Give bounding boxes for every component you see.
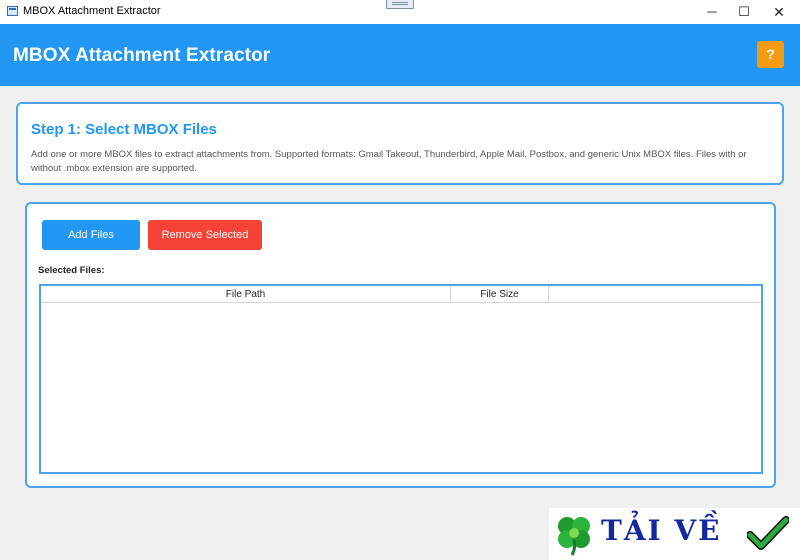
app-window-icon bbox=[7, 6, 18, 16]
watermark-text: TẢI VỀ bbox=[601, 514, 722, 547]
window-titlebar: MBOX Attachment Extractor ─ ☐ ✕ bbox=[0, 0, 800, 24]
column-header-file-size[interactable]: File Size bbox=[451, 286, 549, 303]
files-table[interactable]: File Path File Size bbox=[39, 284, 763, 474]
close-button[interactable]: ✕ bbox=[762, 0, 796, 24]
checkmark-icon bbox=[747, 516, 789, 550]
column-header-file-path[interactable]: File Path bbox=[41, 286, 451, 303]
step-description: Add one or more MBOX files to extract at… bbox=[31, 149, 747, 174]
table-header: File Path File Size bbox=[41, 286, 761, 303]
page-title: MBOX Attachment Extractor bbox=[13, 45, 271, 66]
step-card: Step 1: Select MBOX Files Add one or mor… bbox=[16, 102, 784, 185]
remove-selected-button[interactable]: Remove Selected bbox=[148, 220, 262, 250]
drag-grip-icon[interactable] bbox=[386, 0, 414, 9]
files-panel: Add Files Remove Selected Selected Files… bbox=[25, 202, 776, 488]
watermark-logo: TẢI VỀ bbox=[549, 508, 800, 560]
help-button[interactable]: ? bbox=[757, 41, 784, 68]
add-files-button[interactable]: Add Files bbox=[42, 220, 140, 250]
app-header: MBOX Attachment Extractor bbox=[0, 24, 800, 86]
step-title: Step 1: Select MBOX Files bbox=[31, 121, 217, 138]
clover-icon bbox=[558, 517, 590, 556]
selected-files-label: Selected Files: bbox=[38, 265, 105, 276]
window-title: MBOX Attachment Extractor bbox=[23, 5, 161, 17]
minimize-button[interactable]: ─ bbox=[695, 0, 729, 24]
maximize-button[interactable]: ☐ bbox=[727, 0, 761, 24]
